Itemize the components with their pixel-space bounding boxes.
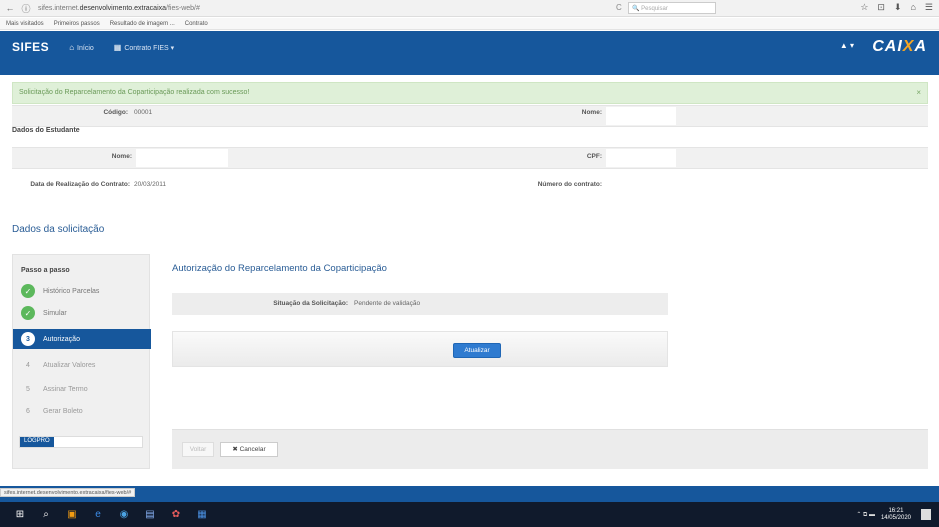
app-icon[interactable]: ✿	[170, 509, 182, 521]
grid-icon: ▦	[113, 42, 122, 52]
step-number: 6	[26, 407, 30, 415]
browser-toolbar: ← ⓘ sifes.internet.desenvolvimento.extra…	[0, 0, 939, 17]
alert-message: Solicitação do Reparcelamento da Coparti…	[19, 89, 250, 96]
step-gerar-boleto[interactable]: 6 Gerar Boleto	[13, 401, 151, 421]
windows-taskbar: ⊞ ⌕ ▣ e ◉ ▤ ✿ ▦ ⌃ ⧉ ▬ 16:21 14/05/2020	[0, 502, 939, 527]
home-icon[interactable]: ⌂	[910, 2, 915, 13]
cpf-label: CPF:	[586, 153, 602, 160]
student-name-label: Nome:	[111, 153, 132, 160]
browser-toolbar-icons: ☆ ⊡ ⬇ ⌂ ☰	[860, 2, 933, 13]
back-button[interactable]: Voltar	[182, 442, 214, 457]
bookmark-item[interactable]: Mais visitados	[6, 21, 44, 27]
app-icon[interactable]: ▦	[196, 509, 208, 521]
situation-row: Situação da Solicitação: Pendente de val…	[172, 293, 668, 315]
reload-icon[interactable]: C	[616, 3, 622, 12]
student-name-value	[136, 149, 228, 167]
action-bar: Atualizar	[172, 331, 668, 367]
step-atualizar-valores[interactable]: 4 Atualizar Valores	[13, 355, 151, 375]
page-footer	[0, 486, 939, 502]
back-icon[interactable]: ←	[4, 3, 16, 13]
url-suffix: /fies-web/#	[166, 4, 200, 12]
step-historico[interactable]: ✓ Histórico Parcelas	[13, 281, 151, 301]
status-url: sifes.internet.desenvolvimento.extracaix…	[0, 488, 136, 497]
situation-label: Situação da Solicitação:	[273, 300, 348, 307]
library-icon[interactable]: ⊡	[877, 2, 885, 13]
url-prefix: sifes.internet.	[38, 4, 80, 12]
user-menu-icon[interactable]: ▲ ▾	[840, 41, 854, 50]
bookmark-item[interactable]: Resultado de imagem ...	[110, 21, 175, 27]
panel-title: Autorização do Reparcelamento da Coparti…	[172, 263, 387, 274]
edge-icon[interactable]: e	[92, 509, 104, 521]
step-number: 5	[26, 385, 30, 393]
tray-icons[interactable]: ⌃ ⧉ ▬	[856, 511, 875, 519]
step-label: Assinar Termo	[43, 385, 88, 393]
step-label: Gerar Boleto	[43, 407, 83, 415]
steps-title: Passo a passo	[21, 267, 70, 274]
student-section-title: Dados do Estudante	[12, 127, 80, 134]
nav-contrato-fies[interactable]: ▦ Contrato FIES ▾	[114, 43, 174, 52]
nav-label: Início	[77, 44, 94, 52]
check-icon: ✓	[21, 306, 35, 320]
address-bar[interactable]: sifes.internet.desenvolvimento.extracaix…	[38, 5, 200, 12]
download-icon[interactable]: ⬇	[894, 2, 902, 13]
close-icon[interactable]: ×	[916, 88, 921, 97]
windows-start-icon[interactable]: ⊞	[14, 509, 26, 521]
logout-box: LOGPRO	[19, 436, 143, 448]
caixa-logo: CAIXA	[872, 38, 927, 55]
info-icon[interactable]: ⓘ	[20, 2, 32, 15]
nome-contrato-value	[606, 107, 676, 125]
url-main: desenvolvimento.extracaixa	[79, 4, 167, 12]
task-view-icon[interactable]: ▣	[66, 509, 78, 521]
check-icon: ✓	[21, 284, 35, 298]
main-nav: SIFES ⌂ Início ▦ Contrato FIES ▾ ▲ ▾ CAIXA	[0, 37, 939, 57]
success-alert: Solicitação do Reparcelamento da Coparti…	[12, 82, 928, 104]
system-tray: ⌃ ⧉ ▬ 16:21 14/05/2020	[856, 508, 911, 522]
cancel-button[interactable]: ✖ Cancelar	[220, 442, 278, 457]
update-button[interactable]: Atualizar	[453, 343, 501, 358]
step-simular[interactable]: ✓ Simular	[13, 303, 151, 323]
nav-label: Contrato FIES ▾	[124, 44, 175, 52]
request-section-title: Dados da solicitação	[12, 224, 105, 235]
brand-name[interactable]: SIFES	[12, 40, 49, 54]
step-autorizacao[interactable]: 3 Autorização	[13, 329, 151, 349]
home-icon: ⌂	[69, 42, 75, 52]
clock[interactable]: 16:21 14/05/2020	[881, 508, 911, 522]
form-footer: Voltar ✖ Cancelar	[172, 429, 928, 469]
step-label: Atualizar Valores	[43, 361, 96, 369]
step-label: Autorização	[43, 335, 80, 343]
nav-home[interactable]: ⌂ Início	[69, 43, 94, 52]
step-number: 3	[21, 332, 35, 346]
menu-icon[interactable]: ☰	[925, 2, 933, 13]
logout-button[interactable]: LOGPRO	[20, 437, 54, 447]
codigo-label: Código:	[103, 109, 128, 116]
bookmark-item[interactable]: Primeiros passos	[54, 21, 100, 27]
contract-date-value: 20/03/2011	[134, 181, 167, 188]
browser-search-input[interactable]: 🔍 Pesquisar	[628, 2, 716, 14]
contract-number-label: Número do contrato:	[537, 181, 602, 188]
bookmark-star-icon[interactable]: ☆	[860, 2, 868, 13]
chrome-icon[interactable]: ◉	[118, 509, 130, 521]
step-number: 4	[26, 361, 30, 369]
cpf-value	[606, 149, 676, 167]
notification-icon[interactable]	[921, 509, 931, 520]
nome-contrato-label: Nome:	[581, 109, 602, 116]
bookmarks-bar: Mais visitados Primeiros passos Resultad…	[0, 18, 939, 30]
codigo-value: 00001	[134, 109, 153, 116]
file-explorer-icon[interactable]: ▤	[144, 509, 156, 521]
situation-value: Pendente de validação	[354, 300, 421, 307]
search-icon[interactable]: ⌕	[40, 509, 52, 521]
steps-sidebar: Passo a passo ✓ Histórico Parcelas ✓ Simul…	[12, 254, 151, 469]
step-label: Simular	[43, 309, 67, 317]
step-label: Histórico Parcelas	[43, 287, 100, 295]
app-header: SIFES ⌂ Início ▦ Contrato FIES ▾ ▲ ▾ CAIXA	[0, 31, 939, 75]
contract-date-label: Data de Realização do Contrato:	[30, 181, 130, 188]
bookmark-item[interactable]: Contrato	[185, 21, 208, 27]
search-placeholder: Pesquisar	[641, 6, 668, 12]
step-assinar-termo[interactable]: 5 Assinar Termo	[13, 379, 151, 399]
